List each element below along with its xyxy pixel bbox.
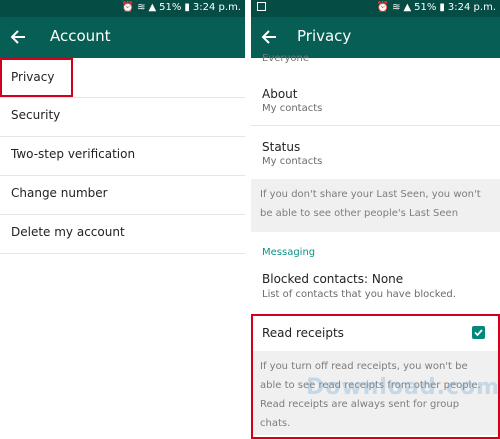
last-seen-note: If you don't share your Last Seen, you w… — [260, 189, 481, 219]
messaging-section-header: Messaging — [262, 247, 316, 258]
account-screen: ⏰ ≋ ▲ 51% ▮ 3:24 p.m. Account Privacy Se… — [0, 0, 245, 439]
setting-status[interactable]: Status My contacts — [251, 125, 500, 179]
signal-icon: ▲ — [148, 2, 157, 13]
back-arrow-icon[interactable] — [260, 27, 278, 47]
setting-label: Blocked contacts: None — [262, 272, 404, 286]
setting-sub: List of contacts that you have blocked. — [262, 289, 456, 300]
setting-value: My contacts — [262, 103, 323, 114]
menu-item-label: Security — [11, 108, 61, 122]
clipped-setting-value: Everyone — [262, 53, 310, 64]
menu-item-two-step-verification[interactable]: Two-step verification — [0, 136, 245, 176]
watermark: Download.com.vn — [306, 375, 500, 400]
setting-about[interactable]: About My contacts — [251, 70, 500, 126]
setting-label: About — [262, 87, 298, 101]
image-notification-icon — [257, 2, 266, 11]
privacy-screen: ⏰ ≋ ▲ 51% ▮ 3:24 p.m. Privacy Everyone A… — [251, 0, 500, 439]
battery-icon: ▮ — [439, 2, 445, 13]
screen-title: Privacy — [297, 27, 352, 45]
menu-item-change-number[interactable]: Change number — [0, 175, 245, 215]
setting-label: Status — [262, 140, 301, 154]
clock: 3:24 p.m. — [192, 2, 241, 13]
screen-title: Account — [50, 27, 111, 45]
privacy-highlight-box — [0, 58, 73, 97]
status-bar: ⏰ ≋ ▲ 51% ▮ 3:24 p.m. — [0, 0, 245, 17]
last-seen-info: If you don't share your Last Seen, you w… — [251, 179, 500, 232]
setting-blocked-contacts[interactable]: Blocked contacts: None List of contacts … — [251, 262, 500, 312]
wifi-icon: ≋ — [137, 2, 146, 13]
signal-icon: ▲ — [403, 2, 412, 13]
menu-item-label: Delete my account — [11, 225, 125, 239]
alarm-icon: ⏰ — [121, 2, 135, 13]
wifi-icon: ≋ — [392, 2, 401, 13]
status-bar: ⏰ ≋ ▲ 51% ▮ 3:24 p.m. — [251, 0, 500, 17]
battery-percent: 51% — [414, 2, 437, 13]
battery-percent: 51% — [159, 2, 182, 13]
menu-item-security[interactable]: Security — [0, 97, 245, 137]
alarm-icon: ⏰ — [376, 2, 390, 13]
menu-item-label: Change number — [11, 186, 108, 200]
menu-item-label: Two-step verification — [11, 147, 136, 161]
clock: 3:24 p.m. — [447, 2, 496, 13]
app-toolbar: Account — [0, 17, 245, 58]
battery-icon: ▮ — [184, 2, 190, 13]
back-arrow-icon[interactable] — [9, 27, 27, 47]
app-toolbar: Privacy — [251, 17, 500, 58]
menu-item-delete-account[interactable]: Delete my account — [0, 214, 245, 254]
setting-value: My contacts — [262, 156, 323, 167]
